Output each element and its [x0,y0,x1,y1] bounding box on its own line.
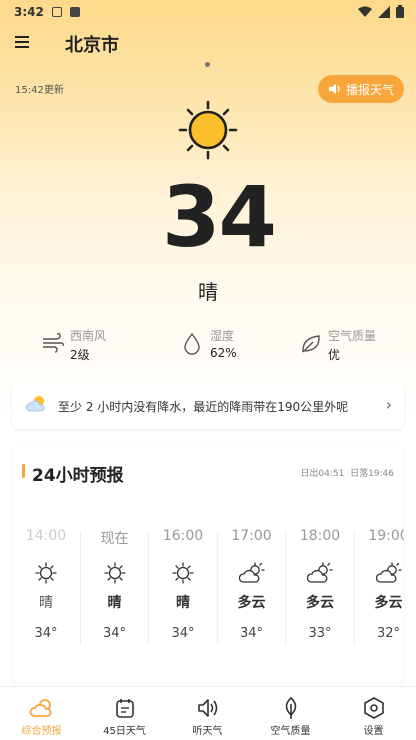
wifi-icon [358,6,372,17]
sun-cloud-icon [26,396,45,412]
nav-comprehensive-forecast[interactable]: 综合预报 [0,687,83,740]
sunny-icon [149,556,217,590]
status-icons [358,5,404,18]
stat-value: 2级 [70,348,90,362]
sunrise-time: 日出04:51 [300,469,345,479]
hour-divider [353,532,355,644]
hour-column: 18:00 多云 33° [286,528,354,641]
hour-condition: 晴 [107,595,122,611]
current-condition: 晴 [198,280,218,304]
hour-divider [216,532,218,644]
hour-time: 14:00 [25,528,67,544]
hour-time: 18:00 [299,528,341,544]
hour-temperature: 34° [171,626,195,641]
bottom-navigation: 综合预报 45日天气 听天气 空气质量 设置 [0,686,416,740]
city-title[interactable]: 北京市 [65,31,119,57]
hour-divider [148,532,149,644]
stat-value: 优 [328,348,341,362]
sunny-icon [81,556,149,590]
broadcast-weather-button[interactable]: 播报天气 [318,75,404,103]
nav-settings[interactable]: 设置 [332,687,415,740]
precipitation-notice[interactable]: 至少 2 小时内没有降水，最近的降雨带在190公里外呢 › [12,381,404,429]
hour-condition: 多云 [237,595,266,611]
hour-condition: 多云 [374,595,403,611]
battery-icon [396,5,404,18]
hour-time: 17:00 [231,528,272,544]
nav-label: 设置 [363,726,384,737]
hour-column: 16:00 晴 34° [149,528,217,641]
broadcast-label: 播报天气 [345,82,394,97]
chevron-right-icon: › [385,395,392,414]
hour-column: 17:00 多云 34° [218,528,286,641]
hour-time: 16:00 [162,528,204,544]
speaker-icon [328,84,340,94]
hour-divider [79,532,81,644]
hour-condition: 多云 [306,595,334,611]
hour-temperature: 34° [102,626,127,641]
hour-column: 14:00 晴 34° [12,528,80,641]
cloud-sun-icon [29,699,52,717]
hour-column: 19:00 多云 32° [355,528,405,641]
partly-cloudy-icon [355,556,405,590]
stat-value: 62% [210,346,237,360]
hour-temperature: 33° [308,626,332,641]
leaf-icon [285,696,296,719]
sunrise-sunset: 日出04:51 日落19:46 [300,466,394,479]
partly-cloudy-icon [286,556,354,590]
hour-divider [285,532,286,644]
status-time: 3:42 [14,5,44,19]
degree-symbol: ° [250,180,264,213]
hour-temperature: 34° [239,626,264,641]
hour-condition: 晴 [176,595,190,611]
hour-temperature: 32° [376,626,401,641]
update-time: 15:42更新 [15,85,64,96]
stat-label: 西南风 [70,329,107,343]
hour-time: 19:00 [368,528,404,544]
hour-temperature: 34° [34,626,58,641]
sunny-icon [12,556,80,590]
stat-label: 空气质量 [328,329,377,343]
nav-label: 综合预报 [21,726,62,737]
humidity-drop-icon [184,333,200,355]
notification-a-icon [51,7,62,17]
partly-cloudy-icon [218,556,286,590]
status-bar: 3:42 [0,0,416,24]
stat-label: 湿度 [210,329,235,343]
speaker-icon [197,699,217,717]
nav-listen-weather[interactable]: 听天气 [166,687,249,740]
leaf-icon [302,335,320,353]
notification-square-icon [69,7,80,17]
calendar-icon [115,699,134,718]
sunset-time: 日落19:46 [350,469,394,479]
hour-condition: 晴 [39,595,53,611]
menu-icon[interactable] [15,36,29,48]
settings-icon [363,697,384,719]
forecast-title: 24小时预报 [32,466,124,486]
signal-icon [378,5,390,18]
hour-column: 现在晴 34° [81,528,149,641]
title-accent-bar [22,464,25,478]
top-bar: 北京市 [0,28,416,58]
hourly-forecast-card: 24小时预报 日出04:51 日落19:46 14:00 晴 34° 现在晴 34° 16… [12,446,404,682]
notice-text: 至少 2 小时内没有降水，最近的降雨带在190公里外呢 [58,400,349,414]
nav-45-day-weather[interactable]: 45日天气 [83,687,166,740]
wind-icon [43,333,64,353]
sunny-icon [178,100,238,160]
hour-time: 现在 [100,531,129,547]
page-indicator-dot [205,62,210,67]
nav-label: 听天气 [192,726,223,737]
nav-label: 45日天气 [103,726,146,737]
nav-label: 空气质量 [270,726,311,737]
nav-air-quality[interactable]: 空气质量 [249,687,332,740]
